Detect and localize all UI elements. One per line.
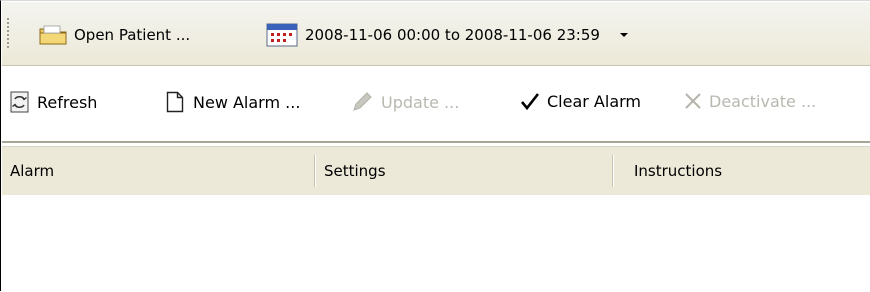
deactivate-button[interactable]: Deactivate ...: [683, 91, 816, 111]
alarm-panel: Open Patient ... 2008-11-06 00:00 to 200…: [0, 0, 870, 292]
column-header-label: Instructions: [634, 162, 723, 180]
deactivate-label: Deactivate ...: [709, 91, 817, 111]
dropdown-arrow-icon[interactable]: [619, 32, 629, 38]
column-header-settings[interactable]: Settings: [316, 147, 612, 195]
open-patient-label: Open Patient ...: [74, 26, 191, 44]
clear-alarm-label: Clear Alarm: [547, 91, 642, 111]
refresh-button[interactable]: Refresh: [10, 91, 97, 113]
new-alarm-label: New Alarm ...: [193, 92, 301, 112]
folder-icon: [38, 24, 68, 46]
pencil-icon: [351, 91, 373, 113]
date-range-label: 2008-11-06 00:00 to 2008-11-06 23:59: [305, 26, 600, 44]
column-header-label: Alarm: [10, 162, 55, 180]
column-divider[interactable]: [612, 155, 614, 187]
toolbar-grip[interactable]: [7, 18, 9, 50]
refresh-label: Refresh: [37, 92, 98, 112]
checkmark-icon: [520, 91, 540, 111]
column-header-alarm[interactable]: Alarm: [2, 147, 314, 195]
update-label: Update ...: [381, 92, 460, 112]
column-header-instructions[interactable]: Instructions: [614, 147, 870, 195]
top-toolbar: Open Patient ... 2008-11-06 00:00 to 200…: [2, 2, 870, 66]
action-toolbar: Refresh New Alarm ... Update ... Clear A…: [2, 66, 870, 143]
calendar-icon: [266, 23, 298, 47]
refresh-icon: [10, 91, 30, 113]
clear-alarm-button[interactable]: Clear Alarm: [520, 91, 641, 111]
column-header-label: Settings: [324, 162, 386, 180]
x-icon: [683, 91, 703, 111]
date-range-selector[interactable]: 2008-11-06 00:00 to 2008-11-06 23:59: [266, 23, 629, 47]
new-alarm-button[interactable]: New Alarm ...: [166, 91, 300, 113]
table-header: Alarm Settings Instructions: [2, 146, 870, 196]
column-divider[interactable]: [314, 155, 316, 187]
update-button[interactable]: Update ...: [351, 91, 459, 113]
new-document-icon: [166, 91, 184, 113]
open-patient-button[interactable]: Open Patient ...: [38, 24, 190, 46]
alarm-list-body[interactable]: [2, 195, 870, 292]
